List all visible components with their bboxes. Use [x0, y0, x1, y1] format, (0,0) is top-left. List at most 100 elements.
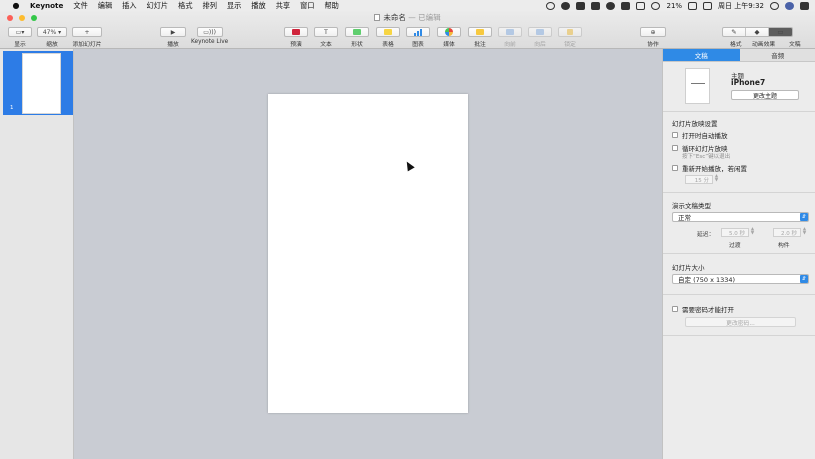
spotlight-search-icon[interactable]	[770, 1, 779, 10]
menu-share[interactable]: 共享	[276, 1, 290, 11]
change-password-button[interactable]: 更改密码...	[685, 317, 796, 327]
media-tool[interactable]: 媒体	[437, 27, 461, 48]
xcode-icon[interactable]	[621, 1, 631, 10]
stepper-arrows-icon[interactable]: ▲ ▼	[750, 227, 755, 237]
play-button[interactable]: ▶	[160, 27, 186, 37]
chart-tool[interactable]: 图表	[406, 27, 430, 48]
menubar-clock[interactable]: 周日 上午9:32	[718, 1, 764, 11]
bring-forward-tool[interactable]: 向前	[498, 27, 522, 48]
divider	[663, 253, 815, 254]
stepper-arrows-icon[interactable]: ▲ ▼	[802, 227, 807, 237]
shape-tool[interactable]: 形状	[345, 27, 369, 48]
autoplay-checkbox[interactable]	[672, 132, 678, 138]
shape-button[interactable]	[345, 27, 369, 37]
presentation-type-heading: 演示文稿类型	[672, 202, 711, 210]
airplay-icon[interactable]	[636, 1, 646, 10]
collaborate-tool[interactable]: ⊕ 协作	[640, 27, 666, 48]
menu-insert[interactable]: 插入	[122, 1, 136, 11]
text-icon: T	[324, 28, 328, 36]
chat-icon[interactable]	[591, 1, 601, 10]
lock-button[interactable]	[558, 27, 582, 37]
media-button[interactable]	[437, 27, 461, 37]
view-button[interactable]: ▭▾	[8, 27, 32, 37]
comment-label: 批注	[474, 42, 486, 48]
slide-thumbnail-preview[interactable]	[22, 53, 61, 114]
menu-file[interactable]: 文件	[73, 1, 87, 11]
autoplay-row[interactable]: 打开时自动播放	[672, 130, 728, 140]
tab-document[interactable]: 文稿	[663, 49, 740, 62]
input-method-icon[interactable]	[703, 1, 713, 10]
animate-tab-button[interactable]: ◆	[746, 28, 769, 36]
format-tab-button[interactable]: ✎	[723, 28, 746, 36]
chart-icon	[413, 28, 423, 36]
send-backward-button[interactable]	[528, 27, 552, 37]
keynote-live-label: Keynote Live	[191, 39, 229, 45]
text-tool[interactable]: T 文本	[314, 27, 338, 48]
restart-idle-row[interactable]: 重新开始播放，若闲置	[672, 163, 747, 173]
change-theme-button[interactable]: 更改主题	[731, 90, 799, 100]
add-slide-tool[interactable]: + 添加幻灯片	[72, 27, 102, 48]
presentation-type-select[interactable]: 正常 ⇵	[672, 212, 809, 222]
wifi-icon[interactable]	[651, 1, 661, 10]
chart-button[interactable]	[406, 27, 430, 37]
menu-help[interactable]: 帮助	[324, 1, 338, 11]
menu-edit[interactable]: 编辑	[98, 1, 112, 11]
lock-tool[interactable]: 锁定	[558, 27, 582, 48]
stepper-arrows-icon[interactable]: ▲ ▼	[714, 174, 719, 184]
tab-audio[interactable]: 音频	[739, 49, 815, 62]
menu-bar: ● Keynote 文件 编辑 插入 幻灯片 格式 排列 显示 播放 共享 窗口…	[0, 0, 815, 11]
slide-size-select[interactable]: 自定 (750 x 1334) ⇵	[672, 274, 809, 284]
app-360-icon[interactable]	[576, 1, 586, 10]
play-label: 播放	[167, 42, 179, 48]
restart-idle-checkbox[interactable]	[672, 165, 678, 171]
require-password-row[interactable]: 需要密码才能打开	[672, 304, 734, 314]
idle-minutes-stepper[interactable]: 15 分 ▲ ▼	[685, 174, 719, 184]
menu-view[interactable]: 显示	[227, 1, 241, 11]
transition-delay-stepper[interactable]: 5.0 秒 ▲ ▼	[721, 227, 755, 237]
apple-menu-icon[interactable]: ●	[12, 1, 20, 10]
keynote-live-button[interactable]: ▭)))	[196, 27, 223, 37]
text-button[interactable]: T	[314, 27, 338, 37]
play-tool[interactable]: ▶ 播放	[160, 27, 186, 48]
siri-icon[interactable]	[785, 1, 794, 10]
zoom-tool[interactable]: 47% ▾ 缩放	[37, 27, 67, 48]
collaborate-button[interactable]: ⊕	[640, 27, 666, 37]
bring-forward-button[interactable]	[498, 27, 522, 37]
require-password-checkbox[interactable]	[672, 306, 678, 312]
presentation-type-value: 正常	[678, 214, 691, 222]
edited-status: — 已编辑	[408, 13, 441, 22]
rehearse-tool[interactable]: 预演	[284, 27, 308, 48]
format-tab-label: 格式	[730, 42, 742, 48]
evernote-icon[interactable]	[606, 1, 616, 10]
notification-center-icon[interactable]	[800, 1, 809, 10]
slideshow-settings-heading: 幻灯片放映设置	[672, 120, 718, 128]
transition-delay-field[interactable]: 5.0 秒	[721, 228, 749, 237]
document-tab-button[interactable]: ▭	[769, 28, 792, 36]
add-slide-button[interactable]: +	[72, 27, 102, 37]
build-delay-stepper[interactable]: 2.0 秒 ▲ ▼	[773, 227, 807, 237]
view-tool[interactable]: ▭▾ 显示	[8, 27, 32, 48]
rehearse-button[interactable]	[284, 27, 308, 37]
comment-tool[interactable]: 批注	[468, 27, 492, 48]
document-title[interactable]: 未命名 — 已编辑	[0, 12, 815, 23]
slide-number: 1	[10, 105, 14, 111]
zoom-select[interactable]: 47% ▾	[37, 27, 67, 37]
menu-app-name[interactable]: Keynote	[30, 1, 63, 10]
idle-minutes-field[interactable]: 15 分	[685, 175, 713, 184]
loop-checkbox[interactable]	[672, 145, 678, 151]
keynote-live-tool[interactable]: ▭))) Keynote Live	[191, 27, 228, 45]
menu-play[interactable]: 播放	[251, 1, 265, 11]
menu-arrange[interactable]: 排列	[203, 1, 217, 11]
qq-icon[interactable]	[561, 1, 571, 10]
menu-slide[interactable]: 幻灯片	[147, 1, 169, 11]
table-button[interactable]	[376, 27, 400, 37]
menu-window[interactable]: 窗口	[300, 1, 314, 11]
current-slide[interactable]	[268, 94, 468, 413]
menu-format[interactable]: 格式	[178, 1, 192, 11]
table-tool[interactable]: 表格	[376, 27, 400, 48]
send-backward-tool[interactable]: 向后	[528, 27, 552, 48]
build-delay-field[interactable]: 2.0 秒	[773, 228, 801, 237]
comment-button[interactable]	[468, 27, 492, 37]
battery-icon[interactable]	[688, 1, 698, 10]
record-icon[interactable]	[546, 1, 556, 10]
